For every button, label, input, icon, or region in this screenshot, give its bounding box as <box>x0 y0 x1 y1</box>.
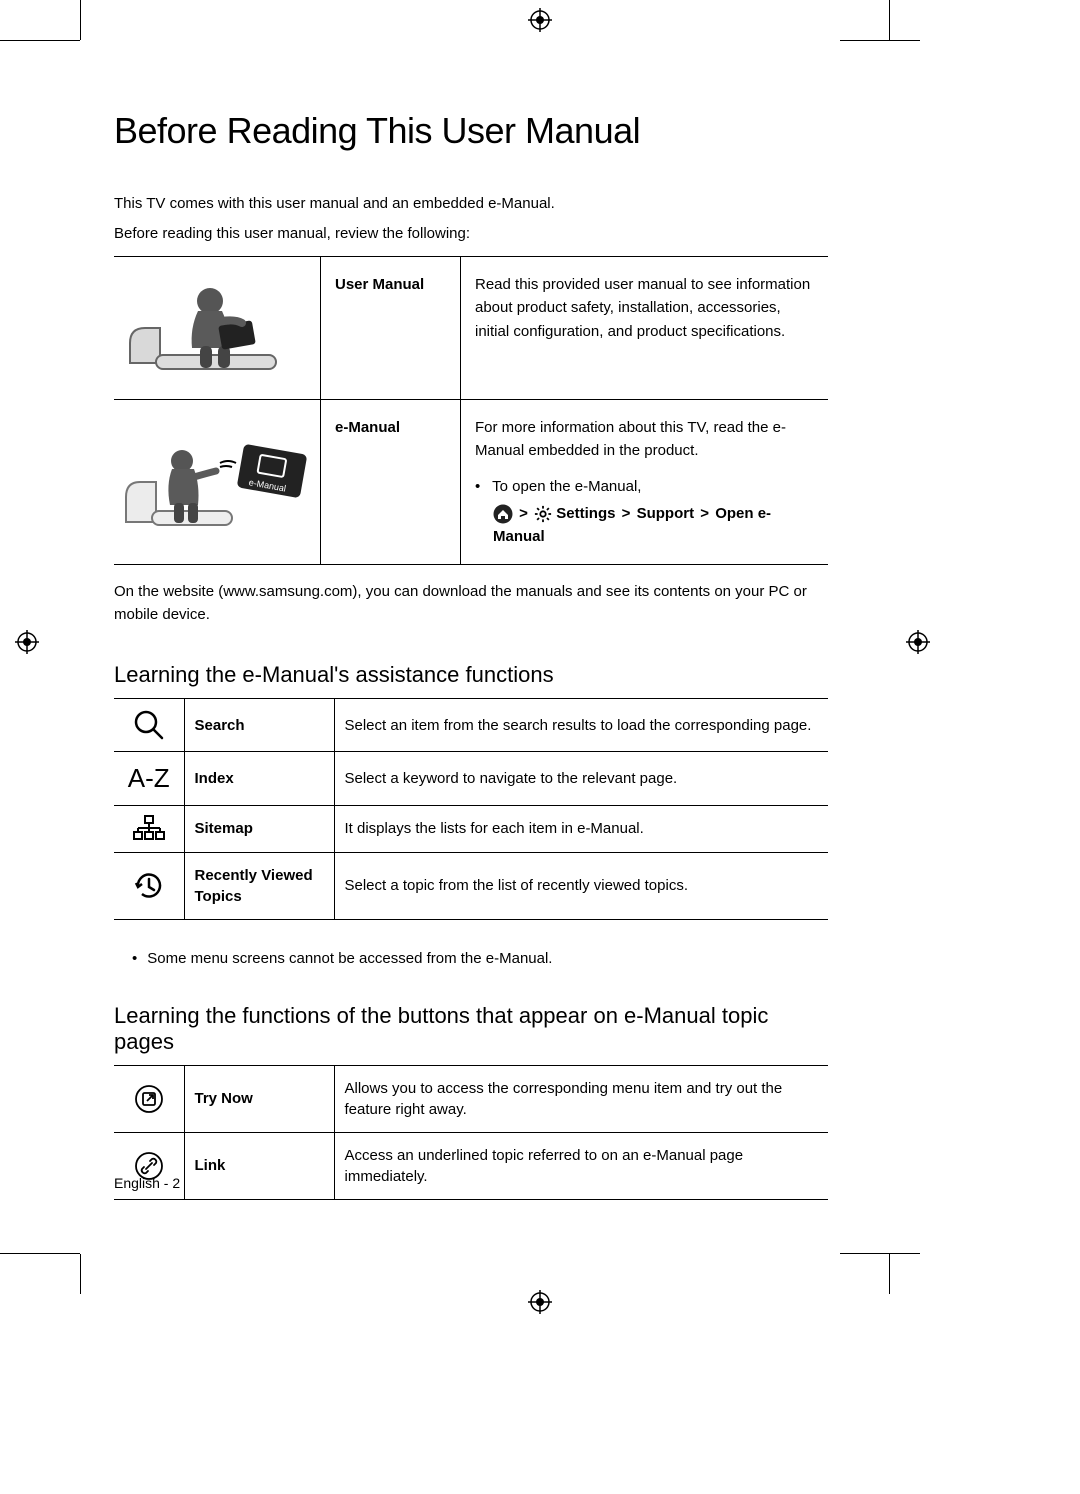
intro-line-2: Before reading this user manual, review … <box>114 222 828 246</box>
e-manual-desc: For more information about this TV, read… <box>461 400 829 565</box>
btn-trynow-desc: Allows you to access the corresponding m… <box>334 1065 828 1132</box>
fn-index-desc: Select a keyword to navigate to the rele… <box>334 752 828 805</box>
manual-table: User Manual Read this provided user manu… <box>114 256 828 565</box>
table-row-sitemap: Sitemap It displays the lists for each i… <box>114 805 828 852</box>
registration-mark-icon <box>528 1290 552 1314</box>
section-title-assistance-functions: Learning the e-Manual's assistance funct… <box>114 662 828 688</box>
illustration-watching-tv: e-Manual <box>120 427 310 537</box>
home-icon <box>493 504 513 524</box>
assistance-functions-table: Search Select an item from the search re… <box>114 698 828 919</box>
topic-buttons-table: Try Now Allows you to access the corresp… <box>114 1065 828 1200</box>
e-manual-label: e-Manual <box>321 400 461 565</box>
illustration-reading-manual <box>120 273 310 383</box>
fn-search-desc: Select an item from the search results t… <box>334 699 828 752</box>
fn-search-label: Search <box>184 699 334 752</box>
table-row-search: Search Select an item from the search re… <box>114 699 828 752</box>
btn-link-label: Link <box>184 1132 334 1199</box>
history-icon <box>114 852 184 919</box>
registration-mark-icon <box>15 630 39 654</box>
table-row-user-manual: User Manual Read this provided user manu… <box>114 257 828 400</box>
fn-sitemap-label: Sitemap <box>184 805 334 852</box>
try-now-icon <box>114 1065 184 1132</box>
page-footer: English - 2 <box>114 1175 180 1191</box>
e-manual-path: > Settings > Support > Open e-Manual <box>493 502 818 549</box>
website-note: On the website (www.samsung.com), you ca… <box>114 581 828 626</box>
fn-index-label: Index <box>184 752 334 805</box>
note-restriction: Some menu screens cannot be accessed fro… <box>114 950 828 967</box>
intro-line-1: This TV comes with this user manual and … <box>114 192 828 216</box>
table-row-e-manual: e-Manual e-Manual For more information a… <box>114 400 828 565</box>
index-icon: A-Z <box>114 752 184 805</box>
fn-recent-desc: Select a topic from the list of recently… <box>334 852 828 919</box>
fn-recent-label: Recently Viewed Topics <box>184 852 334 919</box>
btn-trynow-label: Try Now <box>184 1065 334 1132</box>
page-title: Before Reading This User Manual <box>114 110 828 152</box>
settings-icon <box>534 505 552 523</box>
btn-link-desc: Access an underlined topic referred to o… <box>334 1132 828 1199</box>
search-icon <box>114 699 184 752</box>
open-e-manual-label: To open the e-Manual, <box>492 478 641 495</box>
table-row-index: A-Z Index Select a keyword to navigate t… <box>114 752 828 805</box>
registration-mark-icon <box>906 630 930 654</box>
sitemap-icon <box>114 805 184 852</box>
fn-sitemap-desc: It displays the lists for each item in e… <box>334 805 828 852</box>
user-manual-desc: Read this provided user manual to see in… <box>461 257 829 400</box>
table-row-try-now: Try Now Allows you to access the corresp… <box>114 1065 828 1132</box>
table-row-link: Link Access an underlined topic referred… <box>114 1132 828 1199</box>
section-title-topic-buttons: Learning the functions of the buttons th… <box>114 1003 828 1055</box>
table-row-recent: Recently Viewed Topics Select a topic fr… <box>114 852 828 919</box>
user-manual-label: User Manual <box>321 257 461 400</box>
registration-mark-icon <box>528 8 552 32</box>
